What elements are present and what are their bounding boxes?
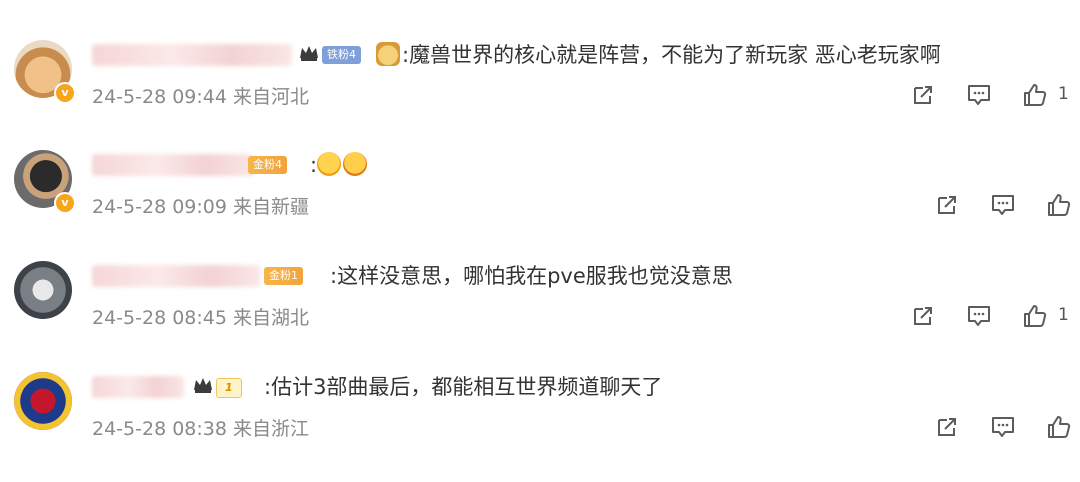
avatar[interactable] [14, 261, 72, 319]
thumbs-up-icon[interactable] [1046, 192, 1072, 218]
thumbs-up-icon[interactable] [1022, 82, 1048, 108]
comment-item: 1 :估计3部曲最后，都能相互世界频道聊天了 24-5-28 08:38 来自浙… [0, 372, 1080, 482]
thumbs-up-icon[interactable] [1046, 414, 1072, 440]
like-count: 1 [1058, 305, 1069, 325]
cat-emoji-icon [376, 42, 400, 66]
fan-badge: 1 [216, 378, 242, 398]
username-redacted[interactable] [92, 154, 254, 176]
comment-time: 24-5-28 09:09 [92, 196, 227, 218]
comment-location: 来自浙江 [233, 418, 310, 440]
verified-badge-icon: v [54, 82, 76, 104]
comment-location: 来自新疆 [233, 196, 310, 218]
crying-emoji-icon [343, 152, 368, 176]
comment-meta: 24-5-28 09:44 来自河北 [92, 82, 309, 109]
comment-meta: 24-5-28 08:45 来自湖北 [92, 303, 309, 330]
comment-location: 来自河北 [233, 86, 310, 108]
comment-text: :魔兽世界的核心就是阵营，不能为了新玩家 恶心老玩家啊 [376, 40, 941, 70]
comment-text: :估计3部曲最后，都能相互世界频道聊天了 [264, 375, 663, 399]
username-redacted[interactable] [92, 376, 184, 398]
comment-time: 24-5-28 09:44 [92, 86, 227, 108]
fan-badge: 金粉1 [264, 267, 303, 285]
comment-text: : [310, 150, 369, 180]
comment-meta: 24-5-28 09:09 来自新疆 [92, 192, 309, 219]
comment-icon[interactable] [966, 82, 992, 108]
fan-badge: 金粉4 [248, 156, 287, 174]
avatar[interactable] [14, 372, 72, 430]
comment-time: 24-5-28 08:45 [92, 307, 227, 329]
thumbs-up-icon[interactable] [1022, 303, 1048, 329]
comment-icon[interactable] [990, 192, 1016, 218]
share-icon[interactable] [934, 414, 960, 440]
tongue-emoji-icon [317, 152, 342, 176]
fan-badge: 铁粉4 [322, 46, 361, 64]
share-icon[interactable] [934, 192, 960, 218]
comment-meta: 24-5-28 08:38 来自浙江 [92, 414, 309, 441]
like-count: 1 [1058, 84, 1069, 104]
comment-location: 来自湖北 [233, 307, 310, 329]
crown-icon [194, 378, 212, 393]
verified-badge-icon: v [54, 192, 76, 214]
share-icon[interactable] [910, 303, 936, 329]
username-redacted[interactable] [92, 44, 292, 66]
comment-text: :这样没意思，哪怕我在pve服我也觉没意思 [330, 264, 733, 288]
comment-time: 24-5-28 08:38 [92, 418, 227, 440]
comment-item: v 铁粉4 :魔兽世界的核心就是阵营，不能为了新玩家 恶心老玩家啊 24-5-2… [0, 40, 1080, 150]
comment-icon[interactable] [990, 414, 1016, 440]
comment-item: 金粉1 :这样没意思，哪怕我在pve服我也觉没意思 24-5-28 08:45 … [0, 261, 1080, 371]
share-icon[interactable] [910, 82, 936, 108]
comment-item: v 金粉4 : 24-5-28 09:09 来自新疆 [0, 150, 1080, 260]
crown-icon [300, 46, 318, 61]
username-redacted[interactable] [92, 265, 260, 287]
comment-icon[interactable] [966, 303, 992, 329]
